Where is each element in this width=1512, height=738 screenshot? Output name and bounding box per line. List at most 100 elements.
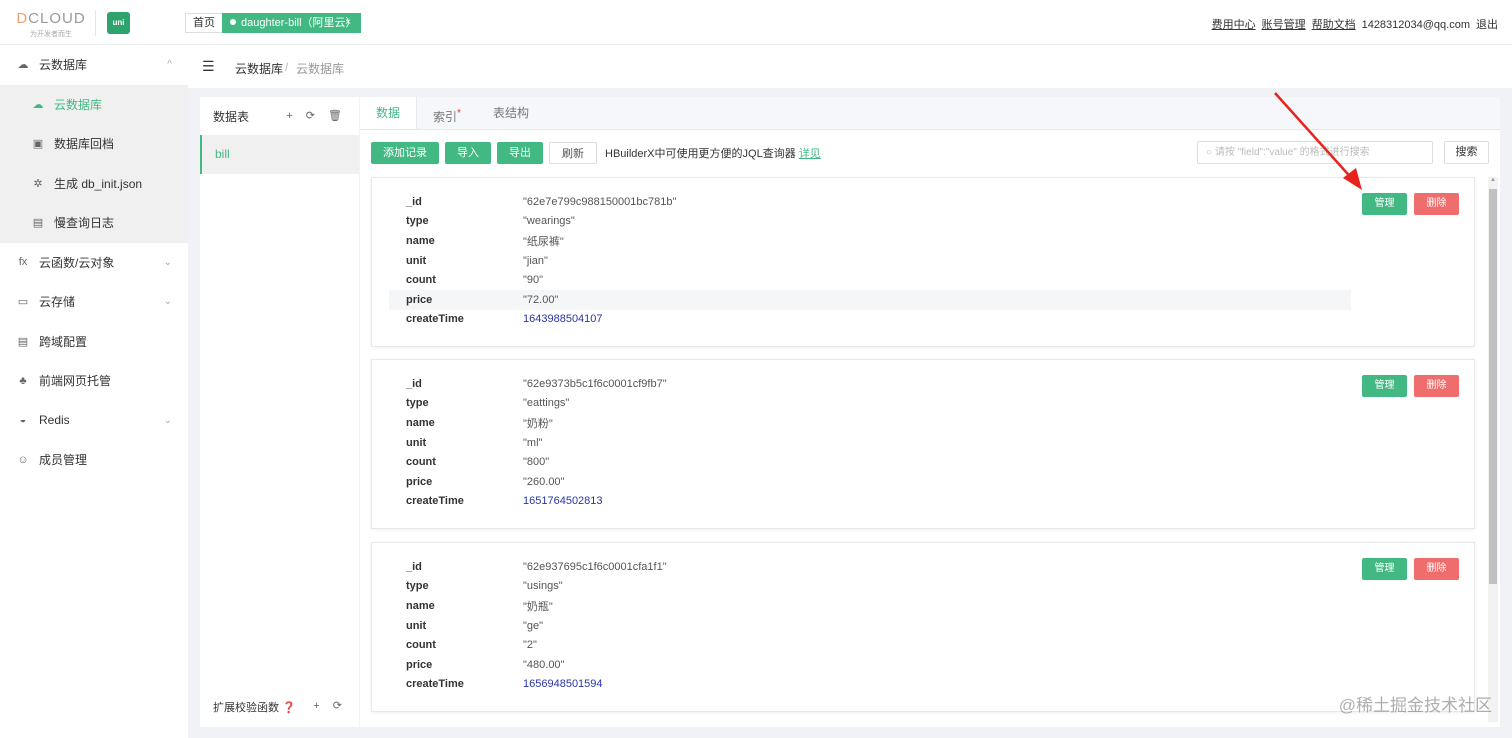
field-value[interactable]: 1656948501594 xyxy=(523,678,603,690)
sidebar-item[interactable]: fx 云函数/云对象 ⌄ xyxy=(0,243,188,283)
field-value[interactable]: "eattings" xyxy=(523,397,569,409)
sidebar-item[interactable]: ♣ 前端网页托管 xyxy=(0,361,188,401)
field-value[interactable]: "72.00" xyxy=(523,294,558,306)
scrollbar[interactable]: ▲ xyxy=(1488,177,1498,722)
field-key: createTime xyxy=(406,313,464,326)
field-value[interactable]: "480.00" xyxy=(523,659,564,671)
scroll-up-icon[interactable]: ▲ xyxy=(1490,177,1496,183)
field-row: unit "jian" xyxy=(389,251,1351,271)
help-link[interactable]: 帮助文档 xyxy=(1312,19,1356,31)
field-value[interactable]: "2" xyxy=(523,639,537,651)
delete-button[interactable]: 删除 xyxy=(1414,193,1459,215)
search-input[interactable]: ○ 请按 "field":"value" 的格式进行搜索 xyxy=(1197,141,1433,164)
dcloud-logo[interactable]: DCLOUD 为开发者而生 xyxy=(16,10,86,39)
account-link[interactable]: 账号管理 xyxy=(1262,19,1306,31)
field-value[interactable]: "ml" xyxy=(523,437,542,449)
sidebar-item-label: 生成 db_init.json xyxy=(54,176,143,191)
table-item-bill[interactable]: bill xyxy=(200,135,359,174)
import-button[interactable]: 导入 xyxy=(445,142,491,164)
manage-button[interactable]: 管理 xyxy=(1362,193,1407,215)
sidebar-item[interactable]: ◒ Redis ⌄ xyxy=(0,401,188,441)
record-card: _id "62e9373b5c1f6c0001cf9fb7" type "eattin… xyxy=(371,359,1475,529)
close-icon[interactable]: × xyxy=(345,13,351,33)
sidebar-item-label: Redis xyxy=(39,413,70,428)
cloud-db-icon: ☁ xyxy=(32,98,44,111)
manage-button[interactable]: 管理 xyxy=(1362,375,1407,397)
add-record-button[interactable]: 添加记录 xyxy=(371,142,439,164)
field-row: price "72.00" xyxy=(389,290,1351,310)
field-value[interactable]: "奶粉" xyxy=(523,415,553,431)
record-card: _id "62e937695c1f6c0001cfa1f1" type "usings… xyxy=(371,542,1475,712)
chevron-up-icon[interactable]: ^ xyxy=(167,59,172,70)
field-value[interactable]: "62e7e799c988150001bc781b" xyxy=(523,196,676,208)
field-key: price xyxy=(406,658,433,671)
field-value[interactable]: "62e9373b5c1f6c0001cf9fb7" xyxy=(523,378,667,390)
sidebar-item[interactable]: ▤ 跨域配置 xyxy=(0,322,188,362)
field-value[interactable]: "纸尿裤" xyxy=(523,233,564,249)
table-actions-icons[interactable]: + ⟳ 🗑 xyxy=(286,109,347,122)
field-value[interactable]: 1651764502813 xyxy=(523,495,603,507)
breadcrumb-item[interactable]: 云数据库 xyxy=(235,60,283,77)
tab-index[interactable]: 索引* xyxy=(417,97,477,129)
tab-label: daughter-bill（阿里云） xyxy=(241,17,357,29)
field-value[interactable]: 1643988504107 xyxy=(523,313,603,325)
field-key: type xyxy=(406,397,429,410)
sidebar-item-label: 数据库回档 xyxy=(54,137,115,152)
generate-icon: ✲ xyxy=(33,177,43,190)
field-row: createTime 1643988504107 xyxy=(389,310,1351,330)
field-value[interactable]: "usings" xyxy=(523,580,563,592)
tab-daughter-bill[interactable]: daughter-bill（阿里云） × xyxy=(222,13,361,33)
field-row: count "800" xyxy=(389,452,1351,472)
menu-toggle-icon[interactable]: ☰ xyxy=(202,58,215,75)
delete-button[interactable]: 删除 xyxy=(1414,375,1459,397)
validate-functions-label: 扩展校验函数 ❓ xyxy=(213,702,296,714)
logout-link[interactable]: 退出 xyxy=(1476,19,1498,31)
export-button[interactable]: 导出 xyxy=(497,142,543,164)
field-row: unit "ge" xyxy=(389,616,1351,636)
chevron-down-icon[interactable]: ⌄ xyxy=(164,415,172,426)
field-value[interactable]: "jian" xyxy=(523,255,548,267)
sidebar-item[interactable]: ▣ 数据库回档 xyxy=(0,124,188,164)
field-value[interactable]: "90" xyxy=(523,274,543,286)
function-icon: fx xyxy=(18,256,28,269)
tab-home[interactable]: 首页 xyxy=(185,13,223,33)
manage-button[interactable]: 管理 xyxy=(1362,558,1407,580)
tab-schema[interactable]: 表结构 xyxy=(477,97,545,129)
field-value[interactable]: "奶瓶" xyxy=(523,598,553,614)
billing-link[interactable]: 费用中心 xyxy=(1212,19,1256,31)
tab-data[interactable]: 数据 xyxy=(360,97,418,129)
search-placeholder: 请按 "field":"value" 的格式进行搜索 xyxy=(1214,147,1370,158)
field-key: createTime xyxy=(406,495,464,508)
sidebar-item[interactable]: ▤ 慢查询日志 xyxy=(0,203,188,243)
chevron-down-icon[interactable]: ⌄ xyxy=(164,296,172,307)
table-list-panel: 数据表 + ⟳ 🗑 bill 扩展校验函数 ❓ + ⟳ xyxy=(200,97,359,727)
tab-bar: 数据 索引* 表结构 xyxy=(360,97,1500,130)
field-value[interactable]: "62e937695c1f6c0001cfa1f1" xyxy=(523,561,667,573)
sidebar-item[interactable]: ☁ 云数据库 ^ xyxy=(0,45,188,85)
scrollbar-thumb[interactable] xyxy=(1489,189,1497,584)
refresh-button[interactable]: 刷新 xyxy=(549,142,597,164)
field-value[interactable]: "ge" xyxy=(523,620,543,632)
sidebar-item[interactable]: ▭ 云存储 ⌄ xyxy=(0,282,188,322)
validate-actions-icons[interactable]: + ⟳ xyxy=(313,699,347,712)
field-row: type "wearings" xyxy=(389,212,1351,232)
search-button[interactable]: 搜索 xyxy=(1444,141,1489,164)
field-row: name "奶瓶" xyxy=(389,596,1351,616)
divider xyxy=(95,10,96,36)
breadcrumb-current: 云数据库 xyxy=(296,62,345,76)
chevron-down-icon[interactable]: ⌄ xyxy=(164,257,172,268)
delete-button[interactable]: 删除 xyxy=(1414,558,1459,580)
sidebar-item[interactable]: ☁ 云数据库 xyxy=(0,85,188,125)
field-value[interactable]: "wearings" xyxy=(523,215,575,227)
sidebar-item[interactable]: ✲ 生成 db_init.json xyxy=(0,164,188,204)
top-links: 费用中心 账号管理 帮助文档 1428312034@qq.com 退出 xyxy=(1206,16,1498,32)
cors-icon: ▤ xyxy=(17,335,29,348)
field-row: count "2" xyxy=(389,635,1351,655)
details-link[interactable]: 详见 xyxy=(799,148,821,160)
field-key: _id xyxy=(406,377,422,390)
search-icon: ○ xyxy=(1206,147,1215,158)
field-value[interactable]: "260.00" xyxy=(523,476,564,488)
top-header: DCLOUD 为开发者而生 uni 首页 daughter-bill（阿里云） × … xyxy=(0,0,1512,45)
field-value[interactable]: "800" xyxy=(523,456,549,468)
sidebar-item[interactable]: ☺ 成员管理 xyxy=(0,440,188,480)
